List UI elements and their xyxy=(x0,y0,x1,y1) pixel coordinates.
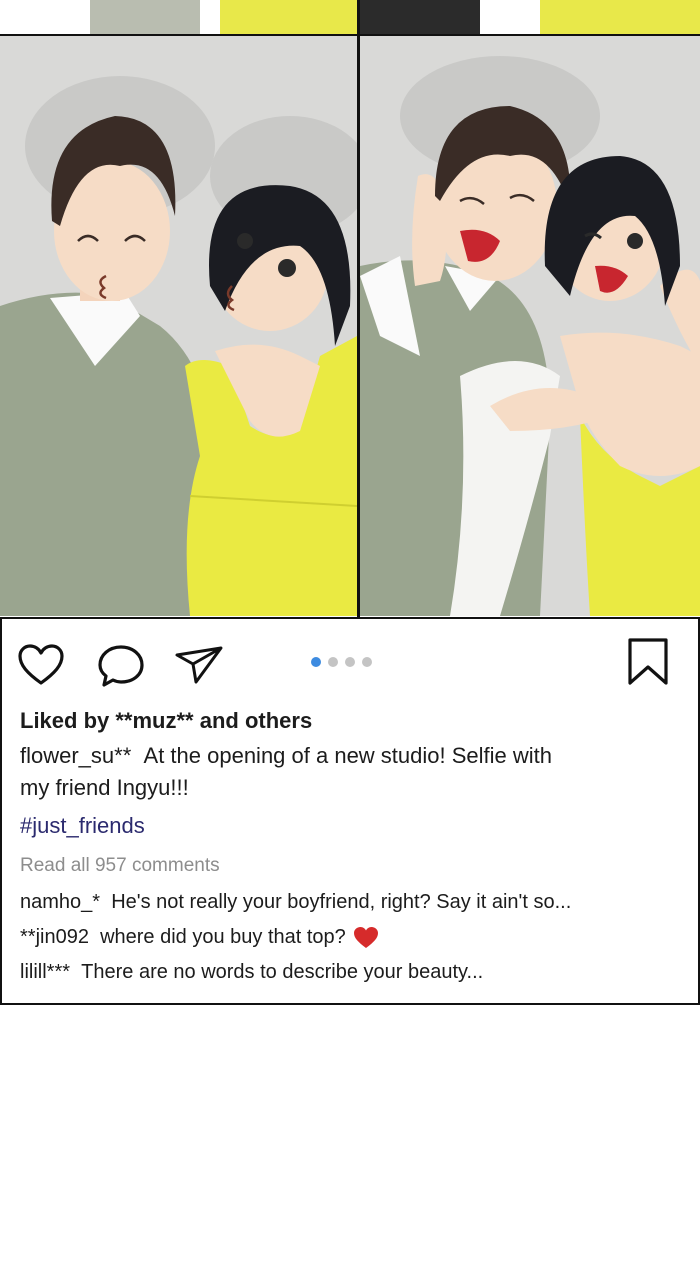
carousel-dot-3[interactable] xyxy=(345,657,355,667)
selfie-illustration-right xyxy=(360,36,700,616)
comment-row-2: **jin092 where did you buy that top? xyxy=(20,923,379,951)
selfie-illustration-left xyxy=(0,36,357,616)
comment-username[interactable]: lilill*** xyxy=(20,961,70,983)
carousel-dot-2[interactable] xyxy=(328,657,338,667)
comment-username[interactable]: **jin092 xyxy=(20,926,89,948)
previous-panel-dress-right xyxy=(540,0,700,34)
previous-panel-dress xyxy=(220,0,358,34)
caption-line-1: flower_su** At the opening of a new stud… xyxy=(20,742,552,770)
comment-row-1: namho_* He's not really your boyfriend, … xyxy=(20,888,571,916)
caption-username[interactable]: flower_su** xyxy=(20,743,131,768)
comment-row-3: lilill*** There are no words to describe… xyxy=(20,958,483,986)
comment-text: He's not really your boyfriend, right? S… xyxy=(111,891,572,913)
comment-username[interactable]: namho_* xyxy=(20,891,100,913)
previous-panel-sweater xyxy=(90,0,200,34)
comment-text: where did you buy that top? xyxy=(100,926,346,948)
caption-text: At the opening of a new studio! Selfie w… xyxy=(143,743,552,768)
liked-by-text[interactable]: Liked by **muz** and others xyxy=(20,707,312,735)
caption-line-2: my friend Ingyu!!! xyxy=(20,775,189,800)
red-heart-emoji xyxy=(354,926,379,948)
comment-text: There are no words to describe your beau… xyxy=(81,961,484,983)
carousel-indicator xyxy=(311,657,372,667)
carousel-dot-4[interactable] xyxy=(362,657,372,667)
previous-panel-strip xyxy=(0,0,700,36)
paper-plane-icon[interactable] xyxy=(174,644,224,686)
read-all-comments-link[interactable]: Read all 957 comments xyxy=(20,852,220,880)
hashtag-link[interactable]: #just_friends xyxy=(20,812,145,840)
comment-bubble-icon[interactable] xyxy=(96,643,146,689)
photo-right xyxy=(360,36,700,616)
photo-left xyxy=(0,36,357,616)
heart-icon[interactable] xyxy=(17,643,65,687)
bookmark-icon[interactable] xyxy=(626,637,670,687)
carousel-dot-1[interactable] xyxy=(311,657,321,667)
previous-panel-hair xyxy=(360,0,480,34)
